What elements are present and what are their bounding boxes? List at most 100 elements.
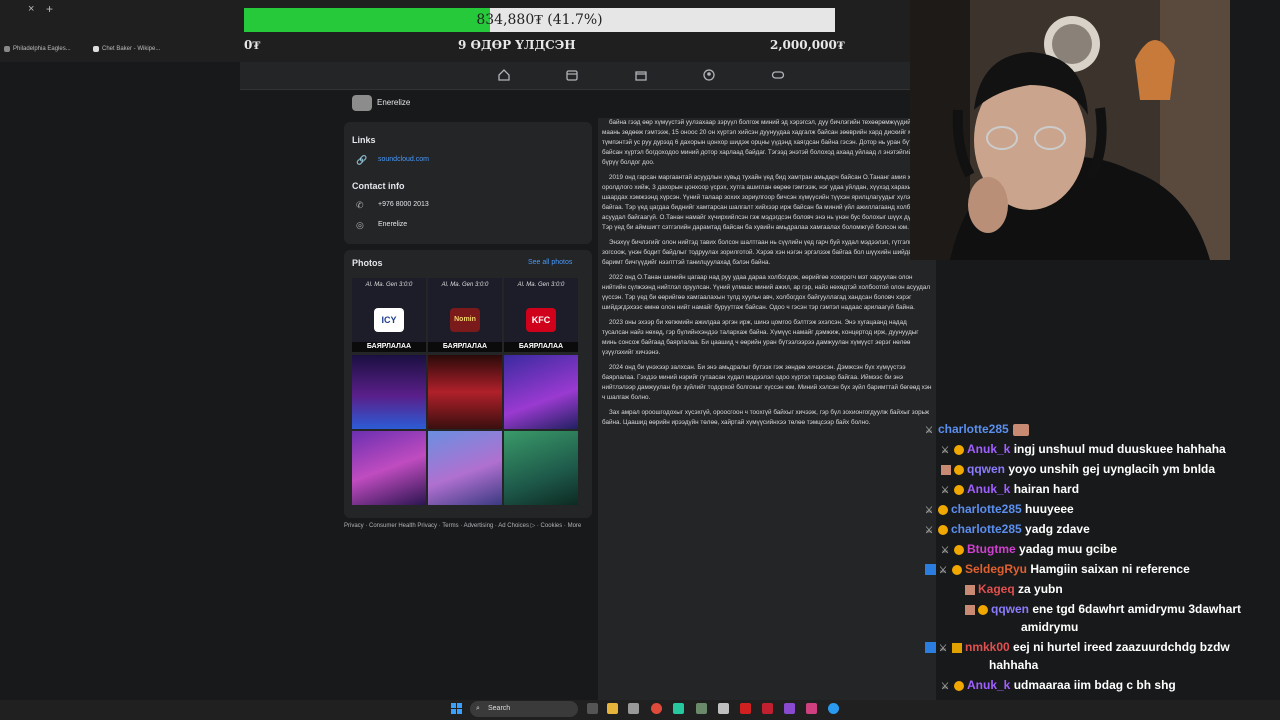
marketplace-icon[interactable] — [634, 68, 648, 82]
page-footer[interactable]: Privacy · Consumer Health Privacy · Term… — [344, 522, 589, 530]
chat-username[interactable]: qqwen — [991, 602, 1029, 616]
bookmark-philadelphia[interactable]: Philadelphia Eagles... — [4, 46, 71, 52]
chat-emote — [1012, 423, 1029, 436]
chat-username[interactable]: Btugtme — [967, 542, 1016, 556]
app-icon[interactable] — [762, 703, 773, 714]
sword-badge-icon: ⚔ — [939, 564, 948, 575]
goal-days-left: 9 ӨДӨР ҮЛДСЭН — [458, 38, 576, 52]
taskbar-search[interactable]: ⌕ Search — [470, 701, 578, 717]
goal-max-label: 2,000,000₮ — [770, 38, 845, 52]
app-icon[interactable] — [673, 703, 684, 714]
app-icon[interactable] — [806, 703, 817, 714]
nomin-logo: Nomin — [450, 308, 480, 332]
concert-photo[interactable] — [352, 355, 426, 429]
gaming-icon[interactable] — [771, 68, 785, 82]
chat-username[interactable]: Anuk_k — [967, 442, 1010, 456]
taskbar — [0, 700, 1280, 720]
sword-badge-icon: ⚔ — [941, 484, 950, 495]
article-paragraph: 2024 онд би үнэхээр залхсан. Би энэ амьд… — [602, 364, 932, 401]
sub-badge-icon — [954, 544, 964, 555]
chat-text: udmaaraa iim bdag c bh shg — [1013, 678, 1176, 692]
windows-start-icon[interactable] — [451, 703, 462, 714]
avatar[interactable] — [352, 95, 372, 111]
chat-message: amidrymu — [1021, 620, 1078, 634]
new-tab-button[interactable]: + — [46, 2, 53, 16]
messenger-name[interactable]: Enerelize — [378, 221, 407, 228]
photo-tile[interactable]: Al. Ma. Gen 3:0:0 KFC БАЯРЛАЛАА — [504, 278, 578, 352]
kfc-logo: KFC — [526, 308, 556, 332]
chat-username[interactable]: Anuk_k — [967, 678, 1010, 692]
sword-badge-icon: ⚔ — [939, 642, 948, 653]
concert-photo[interactable] — [352, 431, 426, 505]
chat-username[interactable]: qqwen — [967, 462, 1005, 476]
wikipedia-icon — [93, 46, 99, 52]
chat-message: Kageq za yubn — [965, 582, 1063, 596]
groups-icon[interactable] — [702, 68, 716, 82]
concert-photo[interactable] — [428, 431, 502, 505]
chat-message: qqwen yoyo unshih gej uynglacih ym bnlda — [941, 462, 1215, 476]
concert-photo[interactable] — [504, 355, 578, 429]
app-icon[interactable] — [696, 703, 707, 714]
intro-card: Links 🔗 soundcloud.com Contact info ✆ +9… — [344, 122, 592, 244]
article-paragraph: Энэхүү бичлэгийг олон нийтэд тавих болсо… — [602, 239, 921, 266]
chat-username[interactable]: SeldegRyu — [965, 562, 1027, 576]
facebook-nav — [240, 62, 910, 90]
chat-username[interactable]: charlotte285 — [951, 522, 1022, 536]
edge-icon[interactable] — [828, 703, 839, 714]
close-tab-button[interactable]: × — [28, 3, 34, 15]
see-all-photos-link[interactable]: See all photos — [528, 259, 572, 266]
goal-min-label: 0₮ — [244, 38, 261, 52]
chat-message: ⚔ charlotte285 huuyeee — [925, 502, 1074, 516]
messenger-icon: ◎ — [356, 220, 364, 230]
chrome-icon[interactable] — [651, 703, 662, 714]
home-icon[interactable] — [497, 68, 511, 82]
watch-icon[interactable] — [565, 68, 579, 82]
webcam-image — [910, 0, 1230, 260]
chat-text: ingj unshuul mud duuskuee hahhaha — [1013, 442, 1226, 456]
file-explorer-icon[interactable] — [607, 703, 618, 714]
post-article: байна гээд өөр хүмүүстэй уулзахаар зэрүү… — [598, 118, 936, 700]
chat-text: eej ni hurtel ireed zaazuurdchdg bzdw — [1013, 640, 1230, 654]
prime-badge-icon — [925, 564, 936, 576]
store-icon[interactable] — [628, 703, 639, 714]
webcam-feed — [910, 0, 1230, 260]
chat-username[interactable]: Anuk_k — [967, 482, 1010, 496]
chat-message: ⚔ Btugtme yadag muu gcibe — [941, 542, 1117, 556]
chat-message: ⚔ charlotte285 yadg zdave — [925, 522, 1090, 536]
link-icon: 🔗 — [356, 155, 368, 165]
photo-tile[interactable]: Al. Ma. Gen 3:0:0 ICY БАЯРЛАЛАА — [352, 278, 426, 352]
stream-chat: ⚔ charlotte285 ⚔ Anuk_k ingj unshuul mud du… — [925, 418, 1280, 712]
chat-text: huuyeee — [1025, 502, 1074, 516]
app-icon[interactable] — [718, 703, 729, 714]
chat-username[interactable]: Kageq — [978, 582, 1015, 596]
sword-badge-icon: ⚔ — [925, 524, 934, 535]
concert-photo[interactable] — [428, 355, 502, 429]
phone-number: +976 8000 2013 — [378, 201, 429, 208]
sub-badge-icon — [938, 524, 948, 535]
task-view-icon[interactable] — [587, 703, 598, 714]
sword-badge-icon: ⚔ — [925, 504, 934, 515]
sub-badge-icon — [952, 564, 962, 575]
sub-badge-icon — [954, 484, 964, 495]
chat-message: ⚔ Anuk_k udmaaraa iim bdag c bh shg — [941, 678, 1176, 692]
chat-username[interactable]: nmkk00 — [965, 640, 1010, 654]
user-badge-icon — [941, 464, 951, 475]
chat-text: yadag muu gcibe — [1019, 542, 1118, 556]
article-paragraph: 2022 онд О.Танан шинийн цагаар над руу у… — [602, 274, 930, 311]
chat-text: hahhaha — [989, 658, 1039, 672]
bookmark-chet-baker[interactable]: Chet Baker - Wikipe... — [93, 46, 160, 52]
soundcloud-link[interactable]: soundcloud.com — [378, 156, 429, 163]
chat-text: za yubn — [1018, 582, 1063, 596]
phone-icon: ✆ — [356, 200, 364, 210]
chat-username[interactable]: charlotte285 — [938, 422, 1009, 436]
sub-badge-icon — [954, 680, 964, 691]
app-icon[interactable] — [784, 703, 795, 714]
chat-message: ⚔ nmkk00 eej ni hurtel ireed zaazuurdchdg… — [925, 640, 1230, 654]
concert-photo[interactable] — [504, 431, 578, 505]
chat-text: hairan hard — [1013, 482, 1080, 496]
photo-tile[interactable]: Al. Ma. Gen 3:0:0 Nomin БАЯРЛАЛАА — [428, 278, 502, 352]
profile-name[interactable]: Enerelize — [377, 98, 410, 107]
app-icon[interactable] — [740, 703, 751, 714]
chat-text: yoyo unshih gej uynglacih ym bnlda — [1008, 462, 1216, 476]
chat-username[interactable]: charlotte285 — [951, 502, 1022, 516]
